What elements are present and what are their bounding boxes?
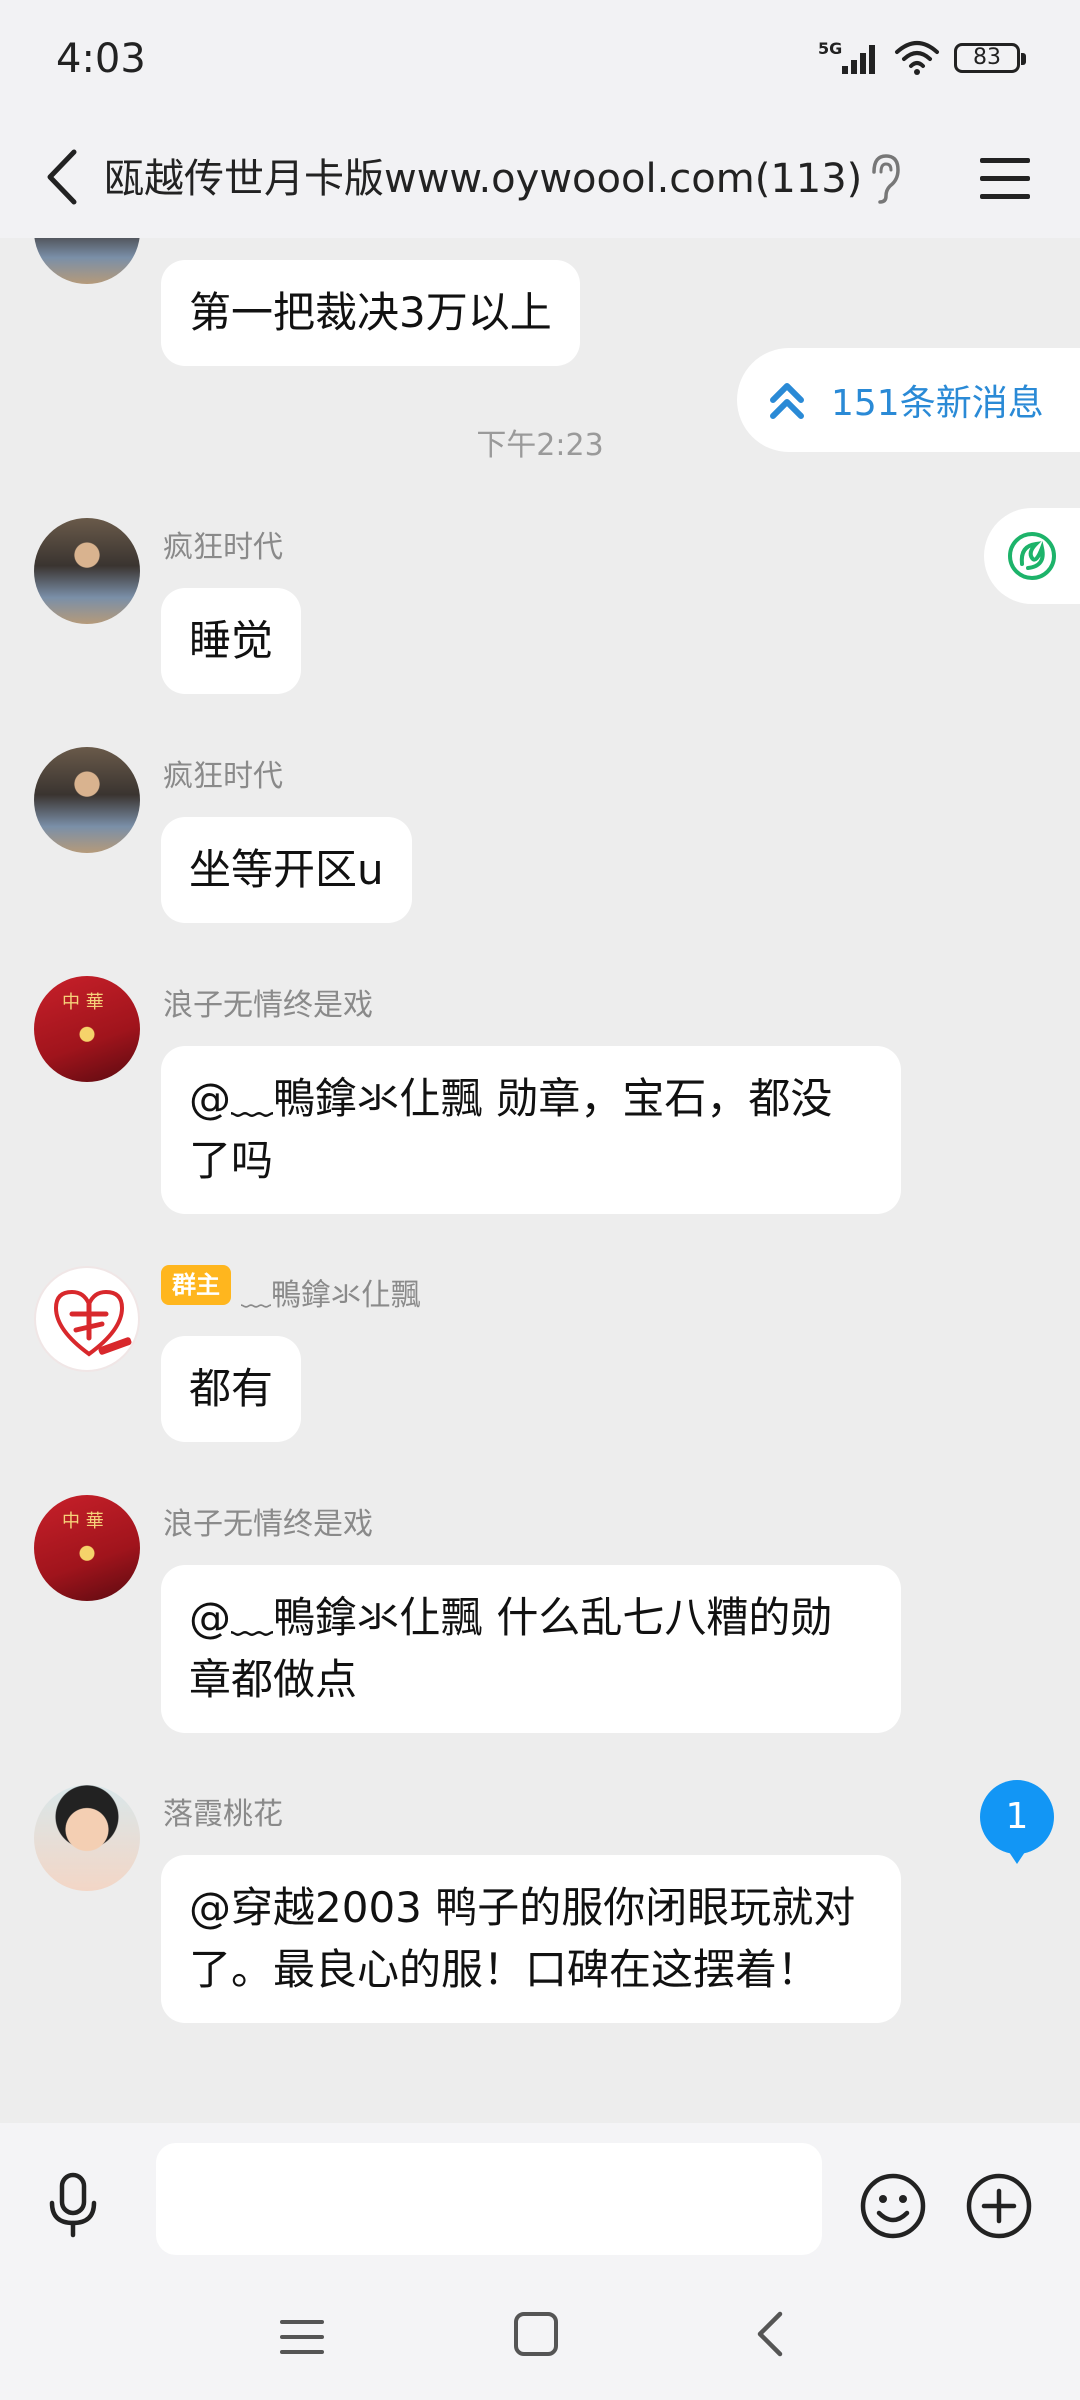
status-icons: 5G 83 <box>818 40 1026 76</box>
message-bubble[interactable]: 第一把裁决3万以上 <box>161 260 580 366</box>
sender-name: 浪子无情终是戏 <box>163 988 373 1023</box>
chat-message-list[interactable]: 第一把裁决3万以上 151条新消息 下午2:23 疯狂时代 睡觉 疯狂时代 坐等… <box>0 238 1080 2123</box>
hamburger-menu-icon[interactable] <box>972 146 1038 210</box>
cellular-signal-icon: 5G <box>818 40 875 74</box>
heart-logo-icon <box>53 1289 132 1357</box>
status-bar: 4:03 5G 83 <box>0 0 1080 120</box>
microphone-icon[interactable] <box>38 2169 108 2239</box>
double-chevron-up-icon <box>770 383 804 419</box>
back-triangle-icon[interactable] <box>748 2308 792 2360</box>
chevron-left-icon[interactable] <box>30 142 100 212</box>
recent-apps-icon[interactable] <box>274 2312 330 2362</box>
ear-icon[interactable] <box>864 150 904 206</box>
avatar[interactable] <box>34 238 140 284</box>
avatar[interactable] <box>34 518 140 624</box>
message-bubble[interactable]: @﹏鴨鎿氺仩飄 什么乱七八糟的勋章都做点 <box>161 1565 901 1733</box>
avatar[interactable]: 中 華 <box>34 1495 140 1601</box>
chat-header: 瓯越传世月卡版www.oywoool.com(113) <box>0 120 1080 238</box>
add-plus-icon[interactable] <box>964 2171 1034 2241</box>
network-label: 5G <box>818 40 842 58</box>
wifi-icon <box>895 41 939 75</box>
message-input-bar <box>0 2123 1080 2268</box>
group-title[interactable]: 瓯越传世月卡版www.oywoool.com(113) <box>104 146 862 204</box>
unread-count-badge[interactable]: 1 <box>980 1780 1054 1864</box>
home-icon[interactable] <box>510 2308 562 2360</box>
sender-name: ﹏鴨鎿氺仩飄 <box>241 1278 421 1313</box>
message-bubble[interactable]: @﹏鴨鎿氺仩飄 勋章，宝石，都没了吗 <box>161 1046 901 1214</box>
leaf-swirl-icon <box>1008 532 1056 580</box>
avatar[interactable] <box>34 1785 140 1891</box>
avatar[interactable] <box>34 1266 140 1372</box>
system-navigation-bar <box>0 2268 1080 2400</box>
floating-app-button[interactable] <box>984 508 1080 604</box>
sender-name: 浪子无情终是戏 <box>163 1507 373 1542</box>
message-bubble[interactable]: 坐等开区u <box>161 817 412 923</box>
emoji-icon[interactable] <box>858 2171 928 2241</box>
sender-name: 疯狂时代 <box>163 530 283 565</box>
message-input[interactable] <box>156 2143 822 2255</box>
group-owner-badge: 群主 <box>161 1265 231 1305</box>
battery-icon: 83 <box>954 43 1026 73</box>
avatar[interactable] <box>34 747 140 853</box>
sender-name: 疯狂时代 <box>163 759 283 794</box>
message-bubble[interactable]: @穿越2003 鸭子的服你闭眼玩就对了。最良心的服！口碑在这摆着！ <box>161 1855 901 2023</box>
status-time: 4:03 <box>56 36 146 82</box>
message-bubble[interactable]: 都有 <box>161 1336 302 1442</box>
new-messages-label: 151条新消息 <box>831 383 1044 424</box>
message-bubble[interactable]: 睡觉 <box>161 588 302 694</box>
avatar[interactable]: 中 華 <box>34 976 140 1082</box>
message-timestamp: 下午2:23 <box>476 428 604 463</box>
sender-name: 落霞桃花 <box>163 1797 283 1832</box>
